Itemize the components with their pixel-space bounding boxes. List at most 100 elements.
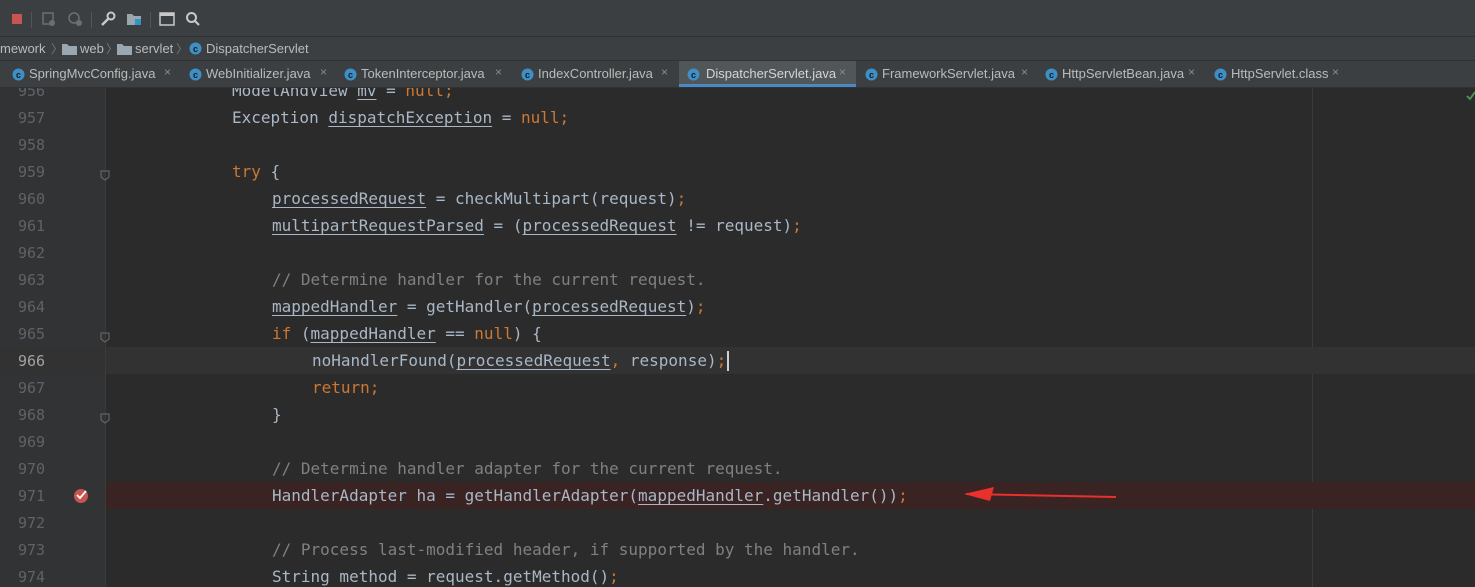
code-line[interactable]: 958 xyxy=(0,131,1475,158)
terminal-icon[interactable] xyxy=(158,10,176,28)
code-token: noHandlerFound( xyxy=(312,351,457,370)
line-number[interactable]: 967 xyxy=(18,378,46,398)
code-token: // Determine handler adapter for the cur… xyxy=(272,459,783,478)
code-line[interactable]: 971 HandlerAdapter ha = getHandlerAdapter… xyxy=(0,482,1475,509)
line-number[interactable]: 973 xyxy=(18,540,46,560)
code-token: null xyxy=(405,88,444,100)
line-number[interactable]: 965 xyxy=(18,324,46,344)
line-number[interactable]: 969 xyxy=(18,432,46,452)
tab-frameworkservlet[interactable]: c FrameworkServlet.java × xyxy=(865,61,1037,87)
code-line[interactable]: 960 processedRequest = checkMultipart(req… xyxy=(0,185,1475,212)
line-number[interactable]: 971 xyxy=(18,486,46,506)
line-number[interactable]: 966 xyxy=(18,351,46,371)
code-line[interactable]: 956 ModelAndView mv = null; xyxy=(0,88,1475,104)
code-text[interactable]: } xyxy=(272,405,282,425)
fold-marker-icon[interactable] xyxy=(100,166,110,185)
code-text[interactable]: HandlerAdapter ha = getHandlerAdapter(ma… xyxy=(272,486,908,506)
line-number[interactable]: 974 xyxy=(18,567,46,587)
tab-webinitializer[interactable]: c WebInitializer.java × xyxy=(189,61,339,87)
code-line[interactable]: 970 // Determine handler adapter for the … xyxy=(0,455,1475,482)
debug-config-icon[interactable] xyxy=(66,10,84,28)
close-icon[interactable]: × xyxy=(1188,65,1195,79)
code-text[interactable]: return; xyxy=(312,378,379,398)
code-text[interactable]: // Determine handler adapter for the cur… xyxy=(272,459,783,479)
code-token: Exception xyxy=(232,108,329,127)
breadcrumb-item[interactable]: web xyxy=(80,41,104,56)
code-token: // Determine handler for the current req… xyxy=(272,270,706,289)
class-icon: c xyxy=(189,42,202,58)
class-icon: c xyxy=(1214,68,1227,84)
stop-icon[interactable] xyxy=(8,10,26,28)
code-line[interactable]: 969 xyxy=(0,428,1475,455)
close-icon[interactable]: × xyxy=(1332,65,1339,79)
search-icon[interactable] xyxy=(184,10,202,28)
breadcrumb-item[interactable]: mework xyxy=(0,41,46,56)
code-editor[interactable]: 956 ModelAndView mv = null; 957 Exception d… xyxy=(0,88,1475,587)
tab-httpservletbean[interactable]: c HttpServletBean.java × xyxy=(1045,61,1205,87)
close-icon[interactable]: × xyxy=(839,65,846,79)
tab-dispatcherservlet[interactable]: c DispatcherServlet.java × xyxy=(679,61,856,87)
close-icon[interactable]: × xyxy=(1021,65,1028,79)
code-line[interactable]: 974 String method = request.getMethod(); xyxy=(0,563,1475,587)
code-token: multipartRequestParsed xyxy=(272,216,484,235)
line-number[interactable]: 970 xyxy=(18,459,46,479)
code-line[interactable]: 962 xyxy=(0,239,1475,266)
code-token: null xyxy=(474,324,513,343)
code-token: ; xyxy=(443,88,454,100)
tab-springmvcconfig[interactable]: c SpringMvcConfig.java × xyxy=(12,61,180,87)
close-icon[interactable]: × xyxy=(495,65,502,79)
code-line[interactable]: 968} xyxy=(0,401,1475,428)
line-number[interactable]: 972 xyxy=(18,513,46,533)
svg-text:c: c xyxy=(193,44,198,54)
wrench-icon[interactable] xyxy=(99,10,117,28)
code-text[interactable]: // Process last-modified header, if supp… xyxy=(272,540,860,560)
code-text[interactable]: // Determine handler for the current req… xyxy=(272,270,705,290)
code-line[interactable]: 972 xyxy=(0,509,1475,536)
fold-marker-icon[interactable] xyxy=(100,409,110,428)
line-number[interactable]: 960 xyxy=(18,189,46,209)
code-line[interactable]: 966 noHandlerFound(processedRequest, resp… xyxy=(0,347,1475,374)
breadcrumb-item[interactable]: DispatcherServlet xyxy=(206,41,309,56)
code-text[interactable]: try { xyxy=(232,162,280,182)
breadcrumb-item[interactable]: servlet xyxy=(135,41,173,56)
code-line[interactable]: 963 // Determine handler for the current … xyxy=(0,266,1475,293)
code-line[interactable]: 961 multipartRequestParsed = (processedRe… xyxy=(0,212,1475,239)
code-text[interactable]: processedRequest = checkMultipart(reques… xyxy=(272,189,686,209)
line-number[interactable]: 959 xyxy=(18,162,46,182)
line-number[interactable]: 962 xyxy=(18,243,46,263)
line-number[interactable]: 957 xyxy=(18,108,46,128)
rerun-icon[interactable] xyxy=(40,10,58,28)
code-line[interactable]: 965 if (mappedHandler == null) { xyxy=(0,320,1475,347)
tab-tokeninterceptor[interactable]: c TokenInterceptor.java × xyxy=(344,61,512,87)
close-icon[interactable]: × xyxy=(164,65,171,79)
code-line[interactable]: 959 try { xyxy=(0,158,1475,185)
tab-httpservlet-class[interactable]: c HttpServlet.class × xyxy=(1214,61,1349,87)
line-number[interactable]: 968 xyxy=(18,405,46,425)
code-token: } xyxy=(272,405,282,424)
code-text[interactable]: noHandlerFound(processedRequest, respons… xyxy=(312,351,726,371)
code-text[interactable]: Exception dispatchException = null; xyxy=(232,108,569,128)
line-number[interactable]: 964 xyxy=(18,297,46,317)
close-icon[interactable]: × xyxy=(661,65,668,79)
code-text[interactable]: ModelAndView mv = null; xyxy=(232,88,454,101)
line-number[interactable]: 963 xyxy=(18,270,46,290)
code-line[interactable]: 973 // Process last-modified header, if s… xyxy=(0,536,1475,563)
line-number[interactable]: 956 xyxy=(18,88,46,101)
code-token: null xyxy=(521,108,560,127)
code-text[interactable]: multipartRequestParsed = (processedReque… xyxy=(272,216,802,236)
breakpoint-icon[interactable] xyxy=(72,486,90,509)
line-number[interactable]: 958 xyxy=(18,135,46,155)
code-token: processedRequest xyxy=(456,351,611,370)
close-icon[interactable]: × xyxy=(320,65,327,79)
code-text[interactable]: if (mappedHandler == null) { xyxy=(272,324,542,344)
code-line[interactable]: 967 return; xyxy=(0,374,1475,401)
project-structure-icon[interactable] xyxy=(125,10,143,28)
code-text[interactable]: String method = request.getMethod(); xyxy=(272,567,619,587)
code-line[interactable]: 964 mappedHandler = getHandler(processedR… xyxy=(0,293,1475,320)
fold-marker-icon[interactable] xyxy=(100,328,110,347)
code-text[interactable]: mappedHandler = getHandler(processedRequ… xyxy=(272,297,706,317)
svg-text:c: c xyxy=(193,70,198,80)
line-number[interactable]: 961 xyxy=(18,216,46,236)
tab-indexcontroller[interactable]: c IndexController.java × xyxy=(521,61,676,87)
code-line[interactable]: 957 Exception dispatchException = null; xyxy=(0,104,1475,131)
